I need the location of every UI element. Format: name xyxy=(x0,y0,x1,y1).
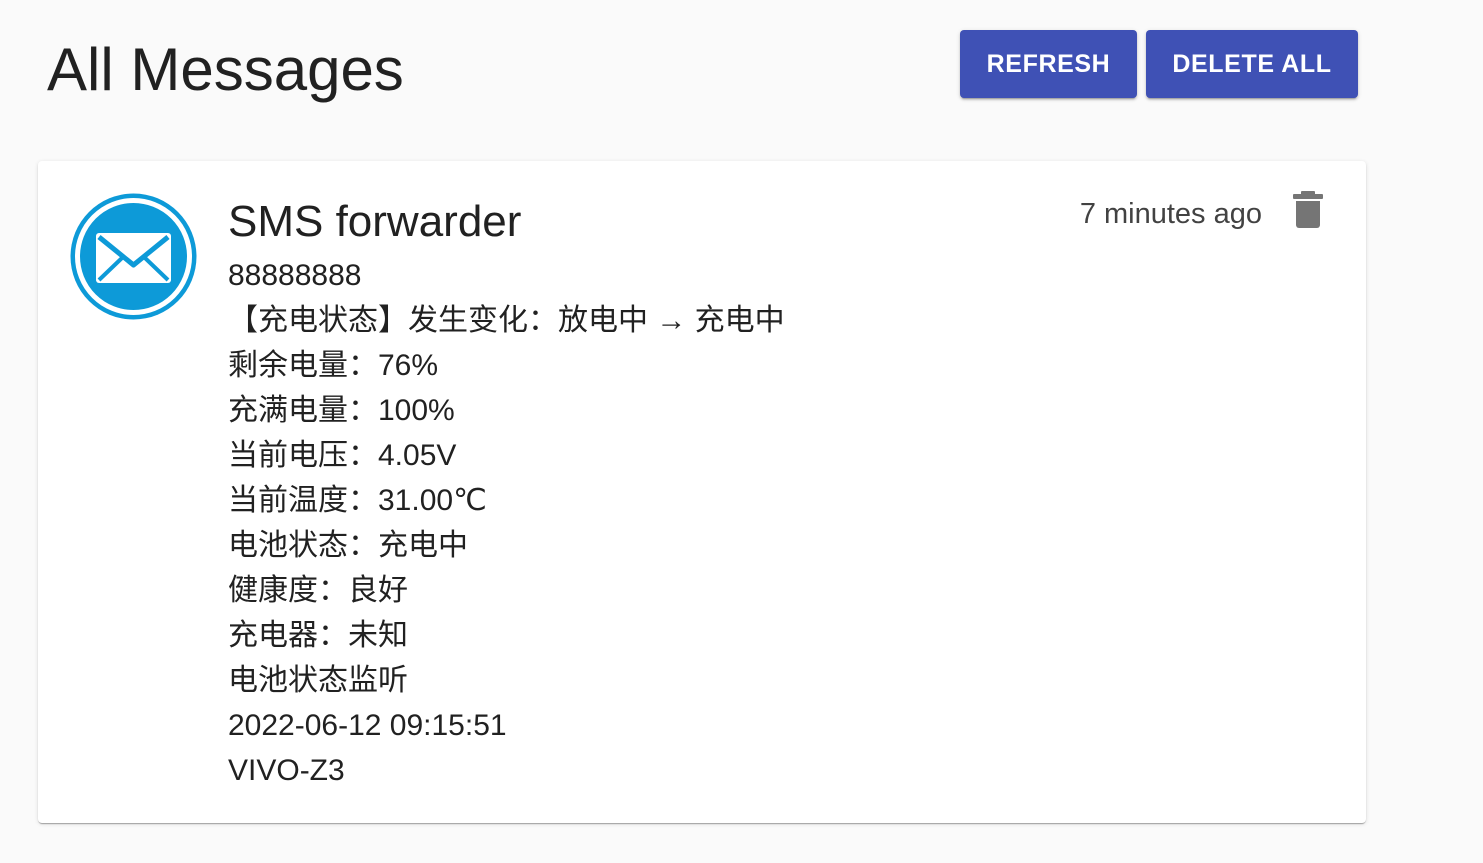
message-line: 2022-06-12 09:15:51 xyxy=(228,709,507,742)
page-title: All Messages xyxy=(47,36,404,103)
message-timestamp: 7 minutes ago xyxy=(1079,198,1262,230)
envelope-icon xyxy=(68,191,199,322)
message-line: 健康度：良好 xyxy=(228,574,408,607)
message-card: SMS forwarder 88888888 【充电状态】发生变化：放电中 → … xyxy=(38,161,1366,823)
delete-all-button[interactable]: DELETE ALL xyxy=(1146,30,1358,98)
message-line: 充电器：未知 xyxy=(228,619,408,652)
message-line: 剩余电量：76% xyxy=(228,349,439,382)
message-line: 当前温度：31.00℃ xyxy=(228,484,487,517)
trash-icon xyxy=(1288,191,1328,236)
message-content: SMS forwarder 88888888 【充电状态】发生变化：放电中 → … xyxy=(228,191,1048,793)
message-line: 【充电状态】发生变化：放电中 → 充电中 xyxy=(228,304,785,337)
message-line: 电池状态监听 xyxy=(228,664,408,697)
refresh-button[interactable]: REFRESH xyxy=(960,30,1137,98)
message-line: 电池状态：充电中 xyxy=(228,529,468,562)
messages-page: All Messages REFRESH DELETE ALL SMS forw… xyxy=(0,0,1483,863)
message-line: VIVO-Z3 xyxy=(228,754,345,787)
message-line: 88888888 xyxy=(228,259,362,292)
message-body: 88888888 【充电状态】发生变化：放电中 → 充电中 剩余电量：76% 充… xyxy=(228,253,1048,793)
message-line: 当前电压：4.05V xyxy=(228,439,457,472)
delete-message-button[interactable] xyxy=(1288,189,1328,233)
message-title: SMS forwarder xyxy=(228,197,522,246)
message-line: 充满电量：100% xyxy=(228,394,455,427)
